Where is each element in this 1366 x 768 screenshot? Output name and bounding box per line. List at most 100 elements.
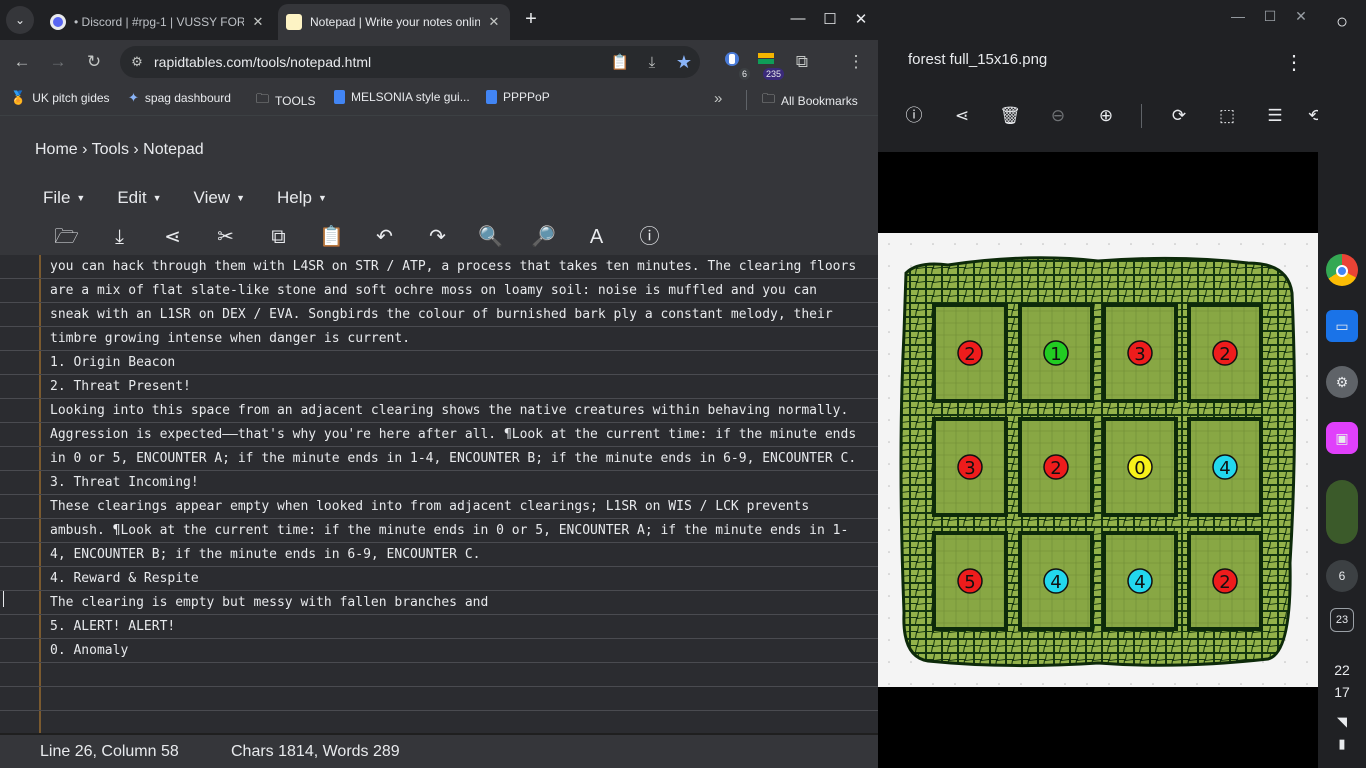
editor-line-text: 5. ALERT! ALERT! bbox=[50, 619, 176, 634]
toolbar-divider bbox=[1141, 104, 1142, 128]
clearing-number: 3 bbox=[1134, 344, 1145, 365]
minimize-icon[interactable]: — bbox=[1228, 8, 1248, 24]
bookmark-label: UK pitch gides bbox=[32, 91, 110, 105]
editor-line: Aggression is expected——that's why you'r… bbox=[0, 423, 878, 447]
spellcheck-icon[interactable]: A bbox=[570, 222, 623, 252]
editor-line-text: 0. Anomaly bbox=[50, 643, 129, 658]
tab-search-button[interactable]: ⌄ bbox=[6, 6, 34, 34]
bookmark-item[interactable]: MELSONIA style gui... bbox=[334, 90, 470, 104]
files-app-icon[interactable]: ▭ bbox=[1326, 310, 1358, 342]
crop-icon[interactable]: ⬚ bbox=[1215, 104, 1239, 128]
bookmark-item[interactable]: ✦ spag dashbourd bbox=[128, 90, 231, 106]
browser-menu-icon[interactable]: ⋮ bbox=[842, 48, 870, 76]
maximize-icon[interactable]: ☐ bbox=[820, 10, 840, 28]
extension-badge: 235 bbox=[762, 68, 784, 80]
editor-line: 5. ALERT! ALERT! bbox=[0, 615, 878, 639]
download-icon[interactable]: ⤓ bbox=[93, 222, 146, 252]
editor-line: 3. Threat Incoming! bbox=[0, 471, 878, 495]
redo-icon[interactable]: ↷ bbox=[411, 222, 464, 252]
menu-file[interactable]: File ▼ bbox=[43, 188, 85, 208]
viewer-menu-icon[interactable]: ⋮ bbox=[1284, 50, 1304, 75]
bookmark-folder[interactable]: 🗀 TOOLS bbox=[256, 90, 315, 112]
cut-icon[interactable]: ✂ bbox=[199, 222, 252, 252]
open-icon[interactable]: 🗁 bbox=[40, 222, 93, 252]
editor-line-text: Looking into this space from an adjacent… bbox=[50, 403, 849, 418]
extension-1-icon[interactable]: 6 bbox=[718, 48, 750, 80]
copy-icon[interactable]: ⧉ bbox=[252, 222, 305, 252]
new-tab-button[interactable]: + bbox=[520, 8, 542, 30]
menu-help[interactable]: Help ▼ bbox=[277, 188, 327, 208]
tab-discord[interactable]: • Discord | #rpg-1 | VUSSY FORUM ✕ bbox=[42, 4, 274, 40]
zoom-in-icon[interactable]: ⊕ bbox=[1094, 104, 1118, 128]
zoom-out-icon[interactable]: 🔍 bbox=[464, 222, 517, 252]
rotate-icon[interactable]: ⟳ bbox=[1167, 104, 1191, 128]
editor-line: These clearings appear empty when looked… bbox=[0, 495, 878, 519]
close-window-icon[interactable]: ✕ bbox=[851, 10, 871, 28]
more-tools-icon[interactable]: ⟲ bbox=[1308, 104, 1318, 128]
forest-map-svg: 2 1 3 2 3 2 0 4 5 4 4 2 bbox=[878, 233, 1318, 687]
tab-title: Notepad | Write your notes online bbox=[310, 15, 480, 29]
bookmark-label: All Bookmarks bbox=[781, 94, 858, 108]
help-icon[interactable]: ⓘ bbox=[623, 222, 676, 252]
clearing-number: 5 bbox=[964, 572, 975, 593]
notification-count[interactable]: 6 bbox=[1326, 560, 1358, 592]
clearing-number: 4 bbox=[1134, 572, 1145, 593]
close-tab-icon[interactable]: ✕ bbox=[250, 14, 266, 30]
address-bar[interactable]: ⚙ rapidtables.com/tools/notepad.html 📋 ⤓… bbox=[120, 46, 700, 78]
site-info-icon[interactable]: ⚙ bbox=[120, 54, 154, 70]
back-icon[interactable]: ← bbox=[8, 48, 36, 76]
maximize-icon[interactable]: ☐ bbox=[1260, 8, 1280, 25]
minimize-icon[interactable]: — bbox=[788, 10, 808, 27]
all-bookmarks-folder[interactable]: 🗀 All Bookmarks bbox=[762, 90, 858, 112]
adjust-icon[interactable]: ☰ bbox=[1263, 104, 1287, 128]
image-filename: forest full_15x16.png bbox=[908, 51, 1048, 68]
menu-view[interactable]: View ▼ bbox=[194, 188, 245, 208]
close-tab-icon[interactable]: ✕ bbox=[486, 14, 502, 30]
app-icon[interactable]: ▣ bbox=[1326, 422, 1358, 454]
editor-line: 4, ENCOUNTER B; if the minute ends in 6-… bbox=[0, 543, 878, 567]
zoom-in-icon[interactable]: 🔎 bbox=[517, 222, 570, 252]
editor-line bbox=[0, 687, 878, 711]
close-window-icon[interactable]: ✕ bbox=[1291, 8, 1311, 25]
delete-icon[interactable]: 🗑 bbox=[998, 104, 1022, 128]
settings-app-icon[interactable]: ⚙ bbox=[1326, 366, 1358, 398]
clearing-number: 4 bbox=[1219, 458, 1230, 479]
bookmark-item[interactable]: PPPPoP bbox=[486, 90, 550, 104]
clipboard-icon[interactable]: 📋 bbox=[604, 53, 636, 71]
extensions-puzzle-icon[interactable]: ⧉ bbox=[788, 48, 816, 76]
forward-icon[interactable]: → bbox=[44, 48, 72, 76]
bookmark-star-icon[interactable]: ★ bbox=[668, 52, 700, 73]
notepad-favicon-icon bbox=[286, 14, 302, 30]
paste-icon[interactable]: 📋 bbox=[305, 222, 358, 252]
editor-line: in 0 or 5, ENCOUNTER A; if the minute en… bbox=[0, 447, 878, 471]
calendar-day[interactable]: 23 bbox=[1330, 608, 1354, 632]
clearing-number: 2 bbox=[1050, 458, 1061, 479]
bookmark-item[interactable]: 🏅 UK pitch gides bbox=[10, 90, 110, 106]
menu-edit[interactable]: Edit ▼ bbox=[117, 188, 161, 208]
info-icon[interactable]: ⓘ bbox=[902, 104, 926, 128]
notepad-textarea[interactable]: you can hack through them with L4SR on S… bbox=[0, 255, 878, 733]
editor-line-text: you can hack through them with L4SR on S… bbox=[50, 259, 857, 274]
folder-icon: 🗀 bbox=[762, 91, 776, 106]
reload-icon[interactable]: ↻ bbox=[80, 48, 108, 76]
share-icon[interactable]: ⋖ bbox=[146, 222, 199, 252]
launcher-icon[interactable]: ○ bbox=[1326, 6, 1358, 38]
extension-2-icon[interactable]: 235 bbox=[752, 48, 784, 80]
editor-line: timbre growing intense when danger is cu… bbox=[0, 327, 878, 351]
forest-map-image[interactable]: 2 1 3 2 3 2 0 4 5 4 4 2 bbox=[878, 233, 1318, 687]
url-text[interactable]: rapidtables.com/tools/notepad.html bbox=[154, 54, 604, 70]
discord-favicon-icon bbox=[50, 14, 66, 30]
tab-notepad[interactable]: Notepad | Write your notes online ✕ bbox=[278, 4, 510, 40]
more-bookmarks-icon[interactable]: » bbox=[714, 90, 722, 107]
battery-icon[interactable]: ▮ bbox=[1326, 728, 1358, 760]
zoom-out-icon[interactable]: ⊖ bbox=[1046, 104, 1070, 128]
caret-down-icon: ▼ bbox=[317, 193, 327, 203]
undo-icon[interactable]: ↶ bbox=[358, 222, 411, 252]
image-viewer-app-icon[interactable] bbox=[1326, 480, 1358, 544]
share-icon[interactable]: ⋖ bbox=[950, 104, 974, 128]
chrome-app-icon[interactable] bbox=[1326, 254, 1358, 286]
install-app-icon[interactable]: ⤓ bbox=[636, 54, 668, 71]
bookmark-label: TOOLS bbox=[275, 94, 316, 108]
editor-line-text: These clearings appear empty when looked… bbox=[50, 499, 810, 514]
